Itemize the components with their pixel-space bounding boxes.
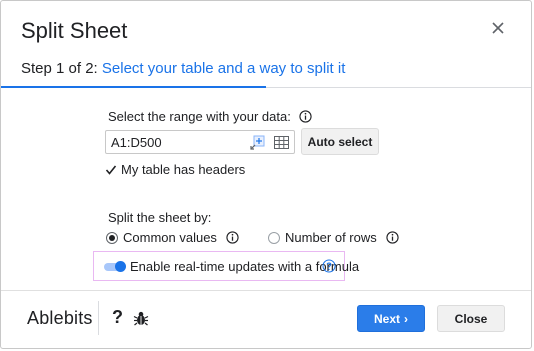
headers-label: My table has headers: [121, 162, 246, 177]
split-sheet-dialog: Split Sheet Step 1 of 2: Select your tab…: [0, 0, 532, 349]
chevron-right-icon: ›: [404, 311, 408, 326]
realtime-updates-box: Enable real-time updates with a formula: [93, 251, 359, 281]
info-icon[interactable]: [386, 231, 399, 244]
help-button[interactable]: ?: [112, 307, 123, 328]
range-label-row: Select the range with your data:: [108, 109, 312, 124]
select-range-icon[interactable]: [250, 135, 265, 150]
range-label: Select the range with your data:: [108, 109, 291, 124]
step-indicator: Step 1 of 2: Select your table and a way…: [21, 60, 345, 77]
range-field: [105, 130, 295, 154]
brand-logo[interactable]: Ablebits: [27, 308, 93, 329]
auto-select-button[interactable]: Auto select: [301, 128, 379, 155]
dialog-title: Split Sheet: [21, 18, 128, 43]
info-icon[interactable]: [299, 110, 312, 123]
toggle-knob: [115, 261, 126, 272]
help-circle-icon[interactable]: [322, 259, 336, 273]
bug-icon[interactable]: [133, 310, 149, 327]
footer-divider: [1, 290, 531, 291]
radio-number-of-rows[interactable]: Number of rows: [268, 230, 399, 245]
realtime-toggle[interactable]: [104, 261, 126, 272]
info-icon[interactable]: [226, 231, 239, 244]
step-description: Select your table and a way to split it: [101, 60, 346, 77]
step-progress-underline: [1, 86, 266, 88]
close-icon[interactable]: [489, 19, 507, 37]
split-by-label: Split the sheet by:: [108, 210, 212, 225]
next-label: Next: [373, 311, 400, 326]
step-number: Step 1 of 2:: [21, 60, 98, 77]
check-icon[interactable]: [105, 164, 117, 176]
footer-separator: [98, 301, 99, 335]
number-of-rows-label: Number of rows: [285, 230, 377, 245]
next-button[interactable]: Next ›: [357, 305, 425, 332]
grid-icon[interactable]: [274, 136, 289, 149]
radio-selected[interactable]: [106, 231, 118, 244]
range-input[interactable]: [111, 134, 241, 150]
common-values-label: Common values: [123, 230, 217, 245]
radio-common-values[interactable]: Common values: [106, 230, 239, 245]
radio-unselected[interactable]: [268, 231, 280, 244]
close-button[interactable]: Close: [437, 305, 505, 332]
headers-option[interactable]: My table has headers: [105, 162, 245, 177]
